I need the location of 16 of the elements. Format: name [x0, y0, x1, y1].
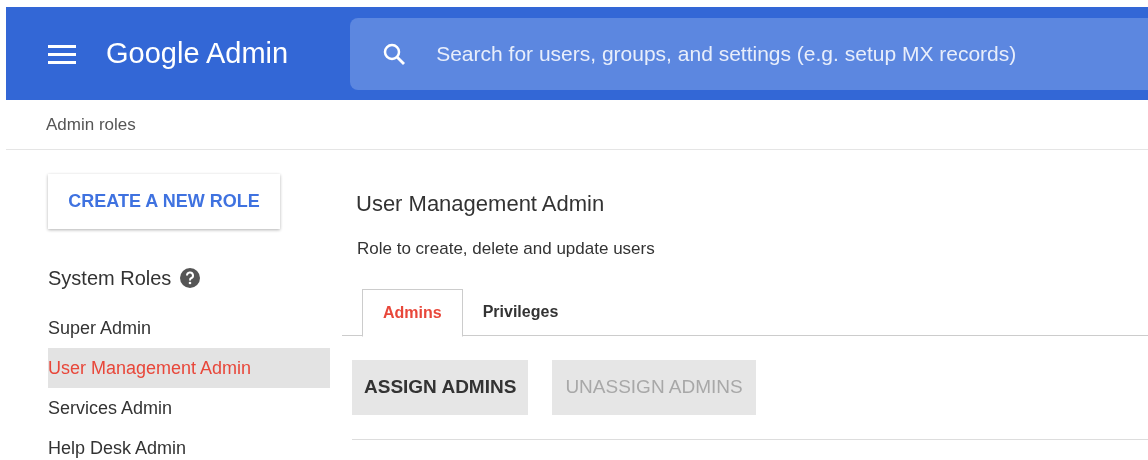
tab[interactable]: Privileges [462, 288, 579, 336]
sidebar-item[interactable]: Super Admin [48, 308, 330, 348]
role-title: User Management Admin [356, 190, 606, 218]
app-title: Google Admin [106, 35, 289, 71]
breadcrumb[interactable]: Admin roles [46, 111, 136, 138]
sidebar-item[interactable]: Services Admin [48, 388, 330, 428]
role-description: Role to create, delete and update users [357, 238, 656, 260]
action-button[interactable]: ASSIGN ADMINS [352, 359, 529, 415]
menu-icon[interactable] [46, 42, 78, 65]
create-role-button[interactable]: CREATE A NEW ROLE [48, 174, 280, 229]
section-title: System Roles [48, 266, 172, 291]
search-field[interactable]: Search for users, groups, and settings (e.g. setup MX records) [350, 17, 1148, 90]
sidebar-item[interactable]: Help Desk Admin [48, 428, 330, 460]
search-icon [382, 41, 407, 66]
help-icon[interactable] [179, 267, 202, 289]
tab[interactable]: Admins [362, 288, 463, 337]
